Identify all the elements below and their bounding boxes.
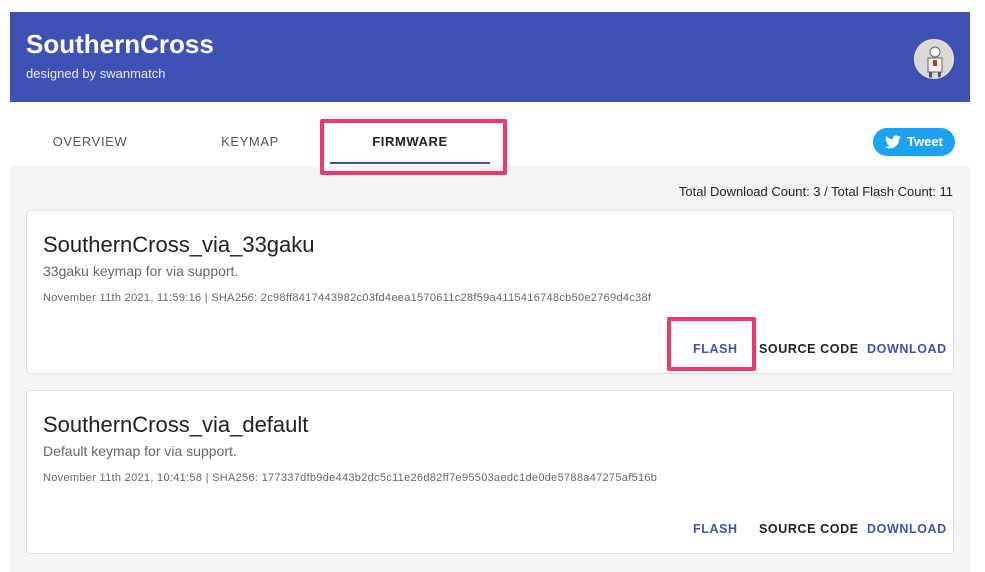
tab-keymap[interactable]: KEYMAP [170,118,330,166]
source-code-button[interactable]: SOURCE CODE [759,522,859,536]
download-button[interactable]: DOWNLOAD [867,522,947,536]
tweet-button[interactable]: Tweet [873,128,955,156]
firmware-tab-highlight [320,119,507,175]
avatar[interactable] [914,39,954,79]
firmware-description: Default keymap for via support. [43,443,237,459]
tab-overview[interactable]: OVERVIEW [10,118,170,166]
twitter-bird-icon [885,135,901,149]
firmware-name: SouthernCross_via_default [43,412,309,437]
firmware-card: SouthernCross_via_33gaku 33gaku keymap f… [26,210,954,374]
source-code-button[interactable]: SOURCE CODE [759,342,859,356]
download-flash-count: Total Download Count: 3 / Total Flash Co… [678,184,953,199]
firmware-meta: November 11th 2021, 10:41:58 | SHA256: 1… [43,472,658,484]
avatar-image [915,40,953,78]
app-title: SouthernCross [26,29,214,59]
firmware-name: SouthernCross_via_33gaku [43,232,315,257]
app-subtitle: designed by swanmatch [26,66,166,81]
firmware-card: SouthernCross_via_default Default keymap… [26,390,954,554]
flash-button[interactable]: FLASH [693,522,738,536]
app-header: SouthernCross designed by swanmatch [10,12,970,102]
download-button[interactable]: DOWNLOAD [867,342,947,356]
firmware-description: 33gaku keymap for via support. [43,263,239,279]
tweet-label: Tweet [907,134,943,149]
flash-button-highlight [667,317,756,371]
firmware-meta: November 11th 2021, 11:59:16 | SHA256: 2… [43,292,652,304]
